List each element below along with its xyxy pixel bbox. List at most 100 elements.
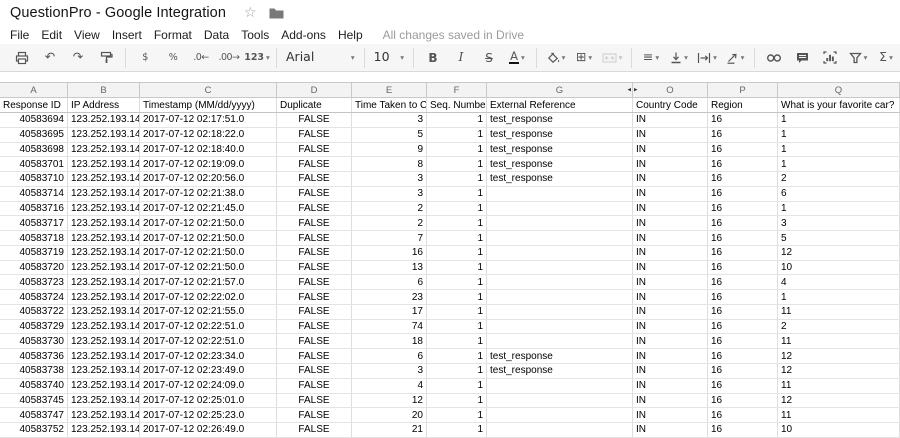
cell[interactable]: 123.252.193.148 [68,113,140,127]
cell[interactable]: FALSE [277,216,352,231]
cell[interactable]: FALSE [277,319,352,334]
cell[interactable] [487,216,633,231]
cell[interactable]: 123.252.193.148 [68,186,140,201]
column-header-E[interactable]: E [352,83,427,97]
cell[interactable]: 123.252.193.148 [68,304,140,319]
cell[interactable]: 40583714 [0,186,68,201]
cell[interactable]: 2017-07-12 02:23:34.0 [140,349,277,364]
cell[interactable]: 2017-07-12 02:21:50.0 [140,245,277,260]
cell[interactable]: 74 [352,319,427,334]
cell[interactable]: 4 [352,378,427,393]
increase-decimals-button[interactable]: .00→ [215,47,243,69]
cell[interactable]: 1 [427,408,487,423]
cell[interactable]: 40583698 [0,142,68,157]
paint-format-button[interactable] [92,47,120,69]
insert-chart-button[interactable] [816,47,844,69]
cell[interactable]: 2017-07-12 02:24:09.0 [140,378,277,393]
cell[interactable]: 23 [352,290,427,304]
print-button[interactable] [8,47,36,69]
cell[interactable]: 2017-07-12 02:21:50.0 [140,231,277,245]
cell[interactable]: FALSE [277,172,352,186]
cell[interactable]: 123.252.193.148 [68,378,140,393]
cell[interactable]: 123.252.193.148 [68,393,140,408]
cell[interactable]: 2017-07-12 02:21:38.0 [140,186,277,201]
cell[interactable]: Timestamp (MM/dd/yyyy) [140,98,277,112]
cell[interactable]: Duplicate [277,98,352,112]
cell[interactable]: IN [633,349,708,364]
cell[interactable]: FALSE [277,113,352,127]
cell[interactable]: IN [633,113,708,127]
cell[interactable]: 12 [778,364,900,378]
cell[interactable] [487,408,633,423]
cell[interactable]: 2017-07-12 02:18:22.0 [140,127,277,142]
cell[interactable]: FALSE [277,364,352,378]
cell[interactable]: 6 [778,186,900,201]
more-formats-button[interactable]: 123 ▾ [243,47,271,69]
menu-edit[interactable]: Edit [35,28,68,42]
cell[interactable]: 40583740 [0,378,68,393]
cell[interactable]: 17 [352,304,427,319]
cell[interactable]: FALSE [277,127,352,142]
cell[interactable]: 3 [778,216,900,231]
filter-button[interactable]: ▾ [844,47,872,69]
cell[interactable]: 1 [427,364,487,378]
cell[interactable]: 1 [427,201,487,216]
cell[interactable]: IN [633,157,708,172]
cell[interactable]: 40583730 [0,334,68,349]
cell[interactable]: 16 [708,290,778,304]
menu-format[interactable]: Format [148,28,198,42]
cell[interactable]: 2017-07-12 02:26:49.0 [140,423,277,437]
cell[interactable]: 18 [352,334,427,349]
cell[interactable]: IN [633,201,708,216]
cell[interactable]: 40583717 [0,216,68,231]
format-currency-button[interactable]: $ [131,47,159,69]
column-header-D[interactable]: D [277,83,352,97]
strikethrough-button[interactable]: S [475,47,503,69]
cell[interactable]: IN [633,319,708,334]
menu-file[interactable]: File [4,28,35,42]
cell[interactable]: 123.252.193.148 [68,423,140,437]
menu-add-ons[interactable]: Add-ons [275,28,332,42]
cell[interactable]: 16 [708,157,778,172]
cell[interactable] [487,334,633,349]
cell[interactable]: 1 [778,127,900,142]
hidden-columns-right-marker-icon[interactable]: ◂ [627,86,631,94]
cell[interactable]: 5 [352,127,427,142]
column-header-P[interactable]: P [708,83,778,97]
cell[interactable]: 2017-07-12 02:23:49.0 [140,364,277,378]
cell[interactable]: 40583729 [0,319,68,334]
cell[interactable]: IN [633,364,708,378]
cell[interactable]: 16 [708,201,778,216]
cell[interactable]: IN [633,260,708,275]
document-title[interactable]: QuestionPro - Google Integration [10,5,226,21]
cell[interactable]: 1 [427,290,487,304]
cell[interactable]: 123.252.193.148 [68,319,140,334]
cell[interactable]: 11 [778,378,900,393]
cell[interactable]: 123.252.193.148 [68,216,140,231]
cell[interactable]: IN [633,304,708,319]
cell[interactable]: IN [633,216,708,231]
horizontal-align-button[interactable]: ≡ ▾ [637,47,665,69]
column-header-A[interactable]: A [0,83,68,97]
cell[interactable]: FALSE [277,275,352,290]
cell[interactable]: 9 [352,142,427,157]
cell[interactable]: 13 [352,260,427,275]
cell[interactable]: 16 [708,334,778,349]
text-rotation-button[interactable]: ▾ [721,47,749,69]
cell[interactable]: 1 [427,245,487,260]
cell[interactable]: test_response [487,113,633,127]
cell[interactable]: 12 [778,349,900,364]
menu-data[interactable]: Data [198,28,235,42]
cell[interactable]: 4 [778,275,900,290]
cell[interactable]: IN [633,378,708,393]
cell[interactable]: 16 [708,423,778,437]
cell[interactable]: What is your favorite car? [778,98,900,112]
cell[interactable]: 123.252.193.148 [68,260,140,275]
cell[interactable]: 40583710 [0,172,68,186]
format-percent-button[interactable]: % [159,47,187,69]
cell[interactable]: FALSE [277,393,352,408]
cell[interactable]: 2017-07-12 02:21:50.0 [140,216,277,231]
cell[interactable]: 1 [427,260,487,275]
cell[interactable]: 7 [352,231,427,245]
cell[interactable]: 16 [708,142,778,157]
